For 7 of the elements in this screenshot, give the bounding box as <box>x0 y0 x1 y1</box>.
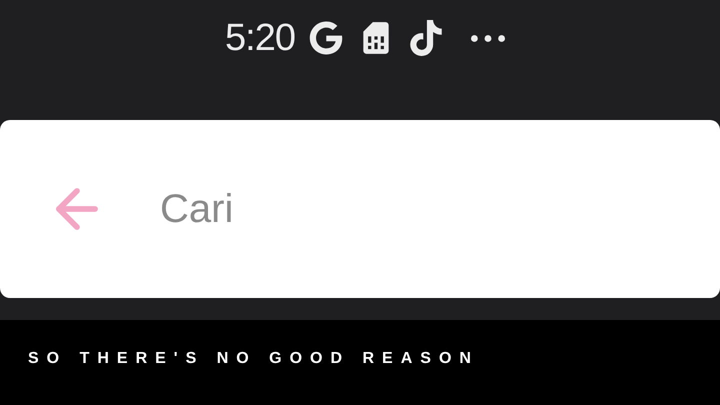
google-icon <box>308 21 343 55</box>
video-caption: SO THERE'S NO GOOD REASON <box>28 348 479 368</box>
search-field[interactable]: Cari <box>160 179 675 239</box>
more-icon <box>470 35 505 42</box>
search-bar[interactable]: Cari <box>0 120 720 298</box>
tiktok-icon <box>408 20 443 56</box>
status-time: 5:20 <box>225 16 295 61</box>
